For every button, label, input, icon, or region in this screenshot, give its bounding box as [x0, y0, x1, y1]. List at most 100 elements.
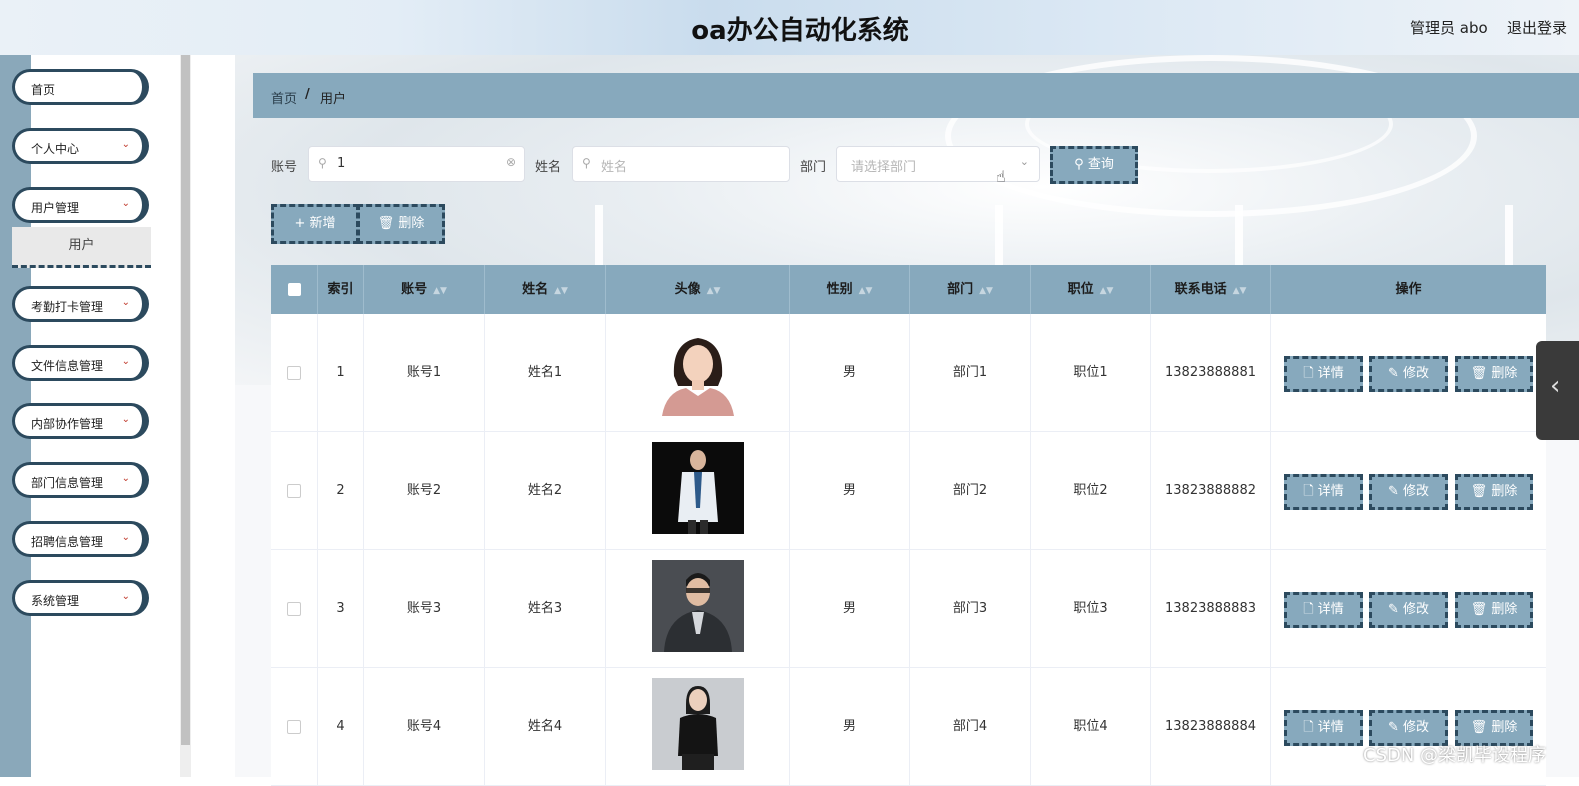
sidebar-item-recruitment[interactable]: 招聘信息管理 ⌄	[12, 521, 149, 557]
cell-actions: 🗋 详情 ✎ 修改 🗑 删除	[1271, 668, 1546, 785]
column-header-phone[interactable]: 联系电话 ▲▼	[1151, 265, 1271, 314]
cell-dept: 部门4	[910, 668, 1031, 785]
cell-name: 姓名1	[485, 314, 606, 431]
breadcrumb: 首页 / 用户	[253, 73, 1579, 118]
cell-account: 账号2	[364, 432, 485, 549]
trash-icon: 🗑	[1470, 720, 1492, 735]
column-header-name[interactable]: 姓名 ▲▼	[485, 265, 606, 314]
chevron-down-icon: ⌄	[121, 139, 130, 150]
sidebar-item-personal-center[interactable]: 个人中心 ⌄	[12, 128, 149, 164]
chevron-down-icon: ⌄	[121, 414, 130, 425]
table-row: 2 账号2 姓名2 男 部门2 职位2 13823888882 🗋 详情 ✎ 修…	[271, 432, 1546, 550]
main-content: 首页 / 用户 账号 ⚲ 1 ⊗ 姓名 ⚲ 姓名 部门 请选择部门 ⌄ ⚲ 查询…	[191, 55, 1579, 786]
sort-icon[interactable]: ▲▼	[554, 286, 568, 296]
chevron-down-icon: ⌄	[1019, 155, 1029, 168]
cell-dept: 部门3	[910, 550, 1031, 667]
cell-position: 职位1	[1031, 314, 1151, 431]
sidebar-item-files[interactable]: 文件信息管理 ⌄	[12, 345, 149, 381]
cell-phone: 13823888884	[1151, 668, 1271, 785]
avatar	[652, 324, 744, 416]
name-input[interactable]: ⚲ 姓名	[572, 146, 790, 182]
edit-button[interactable]: ✎ 修改	[1369, 474, 1448, 510]
row-checkbox[interactable]	[287, 719, 301, 734]
trash-icon: 🗑	[1470, 366, 1492, 381]
sort-icon[interactable]: ▲▼	[1100, 286, 1114, 296]
column-header-dept[interactable]: 部门 ▲▼	[910, 265, 1031, 314]
column-header-index: 索引	[318, 265, 364, 314]
delete-row-button[interactable]: 🗑 删除	[1455, 356, 1533, 392]
chevron-down-icon: ⌄	[121, 198, 130, 209]
account-input[interactable]: ⚲ 1 ⊗	[308, 146, 525, 182]
cell-avatar	[606, 432, 790, 549]
logout-link[interactable]: 退出登录	[1507, 17, 1567, 38]
sidebar-item-label: 文件信息管理	[31, 359, 104, 373]
row-checkbox[interactable]	[287, 483, 301, 498]
cell-dept: 部门2	[910, 432, 1031, 549]
cell-phone: 13823888881	[1151, 314, 1271, 431]
column-header-avatar[interactable]: 头像 ▲▼	[606, 265, 790, 314]
sidebar-item-departments[interactable]: 部门信息管理 ⌄	[12, 462, 149, 498]
batch-delete-button[interactable]: 🗑 删除	[357, 204, 445, 244]
query-button[interactable]: ⚲ 查询	[1050, 146, 1138, 184]
cell-index: 3	[318, 550, 364, 667]
sidebar-item-label: 部门信息管理	[31, 476, 104, 490]
add-button[interactable]: + 新增	[271, 204, 359, 244]
breadcrumb-home[interactable]: 首页	[271, 88, 297, 107]
dept-select-placeholder: 请选择部门	[851, 160, 917, 175]
document-icon: 🗋	[1303, 602, 1318, 617]
sidebar-scrollbar-thumb[interactable]	[181, 55, 190, 745]
sidebar-item-label: 招聘信息管理	[31, 535, 104, 549]
row-checkbox[interactable]	[287, 365, 301, 380]
avatar	[652, 560, 744, 652]
sort-icon[interactable]: ▲▼	[859, 286, 873, 296]
detail-button[interactable]: 🗋 详情	[1284, 592, 1363, 628]
row-checkbox[interactable]	[287, 601, 301, 616]
search-icon: ⚲	[318, 156, 327, 170]
sidebar-subitem-user[interactable]: 用户	[12, 227, 151, 268]
sidebar-item-attendance[interactable]: 考勤打卡管理 ⌄	[12, 286, 149, 322]
detail-button[interactable]: 🗋 详情	[1284, 710, 1363, 746]
column-header-account[interactable]: 账号 ▲▼	[364, 265, 485, 314]
plus-icon: +	[294, 216, 306, 231]
column-header-gender[interactable]: 性别 ▲▼	[790, 265, 910, 314]
delete-row-button[interactable]: 🗑 删除	[1455, 592, 1533, 628]
pencil-icon: ✎	[1387, 484, 1403, 499]
watermark: CSDN @梁凯毕设程序	[1363, 745, 1547, 766]
top-header: oa办公自动化系统 管理员 abo 退出登录	[0, 0, 1579, 55]
sort-icon[interactable]: ▲▼	[707, 286, 721, 296]
current-user: 管理员 abo	[1410, 19, 1488, 37]
cell-position: 职位4	[1031, 668, 1151, 785]
sidebar-item-home[interactable]: 首页	[12, 69, 149, 105]
account-label: 账号	[271, 160, 298, 175]
dept-select[interactable]: 请选择部门 ⌄	[836, 146, 1040, 182]
sort-icon[interactable]: ▲▼	[1233, 286, 1247, 296]
column-header-position[interactable]: 职位 ▲▼	[1031, 265, 1151, 314]
dept-label: 部门	[800, 160, 827, 175]
trash-icon: 🗑	[377, 216, 395, 231]
edit-button[interactable]: ✎ 修改	[1369, 356, 1448, 392]
clear-icon[interactable]: ⊗	[506, 155, 516, 169]
name-label: 姓名	[535, 160, 562, 175]
detail-button[interactable]: 🗋 详情	[1284, 356, 1363, 392]
column-header-actions: 操作	[1395, 282, 1422, 297]
add-button-label: 新增	[309, 216, 336, 231]
sidebar-item-label: 内部协作管理	[31, 417, 104, 431]
delete-row-button[interactable]: 🗑 删除	[1455, 474, 1533, 510]
account-input-value: 1	[337, 156, 346, 171]
avatar	[652, 442, 744, 534]
sidebar-item-system[interactable]: 系统管理 ⌄	[12, 580, 149, 616]
chevron-left-icon: ‹	[1550, 371, 1561, 401]
sort-icon[interactable]: ▲▼	[979, 286, 993, 296]
sidebar-item-user-management[interactable]: 用户管理 ⌄	[12, 187, 149, 223]
sidebar-item-collaboration[interactable]: 内部协作管理 ⌄	[12, 403, 149, 439]
cell-gender: 男	[790, 668, 910, 785]
sort-icon[interactable]: ▲▼	[433, 286, 447, 296]
collapse-panel-tab[interactable]: ‹	[1536, 341, 1579, 440]
cell-index: 2	[318, 432, 364, 549]
pencil-icon: ✎	[1387, 720, 1403, 735]
detail-button[interactable]: 🗋 详情	[1284, 474, 1363, 510]
edit-button[interactable]: ✎ 修改	[1369, 592, 1448, 628]
cell-gender: 男	[790, 432, 910, 549]
cell-actions: 🗋 详情 ✎ 修改 🗑 删除	[1271, 432, 1546, 549]
select-all-checkbox[interactable]	[287, 283, 301, 296]
